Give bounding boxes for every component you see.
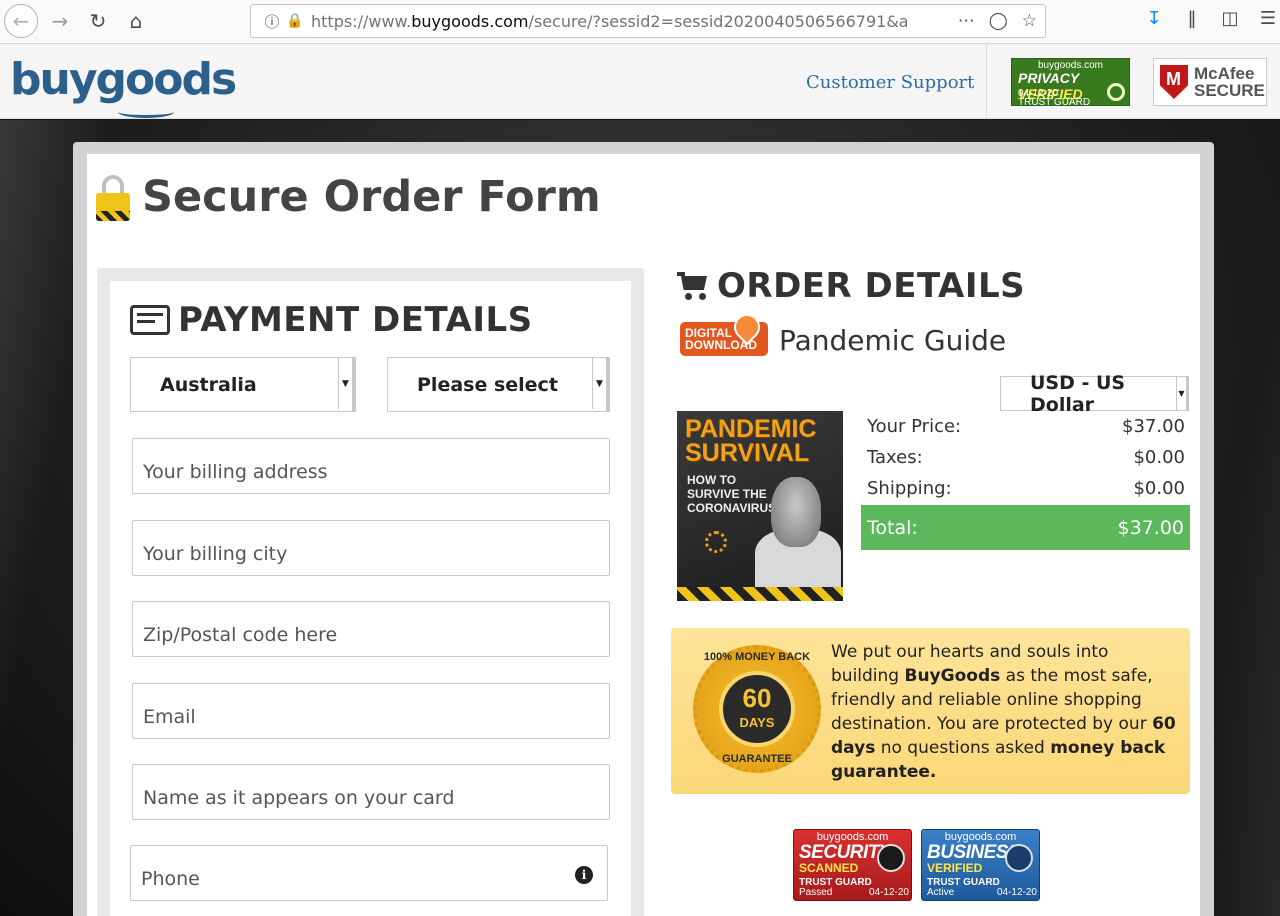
reload-icon[interactable]: ↻	[83, 6, 113, 36]
product-cover-image: PANDEMIC SURVIVAL HOW TO SURVIVE THE CORONA…	[677, 411, 843, 601]
download-icon[interactable]: ↧	[1142, 8, 1166, 29]
library-icon[interactable]: ‖	[1180, 8, 1204, 29]
price-row: Your Price: $37.00	[867, 416, 1185, 437]
total-row: Total: $37.00	[861, 505, 1190, 550]
gas-mask-graphic	[771, 477, 821, 547]
back-icon[interactable]: ←	[4, 4, 38, 38]
mcafee-secure-badge[interactable]: McAfeeSECURE	[1153, 58, 1267, 106]
padlock-icon[interactable]: 🔒	[285, 13, 305, 29]
cart-icon	[677, 272, 709, 300]
chevron-down-icon: ▼	[1176, 377, 1186, 410]
heartbeat-icon	[877, 844, 905, 872]
cardholder-name-field[interactable]	[132, 764, 610, 820]
home-icon[interactable]: ⌂	[121, 6, 151, 36]
currency-select[interactable]: USD - US Dollar ▼	[1000, 372, 1189, 416]
country-select[interactable]: Australia ▼	[130, 357, 356, 412]
billing-address-input[interactable]	[143, 439, 609, 493]
customer-support-link[interactable]: Customer Support	[806, 72, 974, 93]
padlock-icon	[96, 173, 130, 221]
bookmark-star-icon[interactable]: ☆	[1022, 11, 1037, 31]
phone-input[interactable]	[141, 846, 607, 900]
address-bar[interactable]: ⓘ 🔒 https://www.buygoods.com/secure/?ses…	[250, 4, 1046, 38]
globe-check-icon	[1005, 844, 1033, 872]
header-divider	[986, 44, 987, 119]
browser-toolbar: ← → ↻ ⌂ ⓘ 🔒 https://www.buygoods.com/sec…	[0, 0, 1280, 44]
mcafee-shield-icon	[1160, 65, 1188, 99]
money-back-seal: 100% MONEY BACK 60 DAYS GUARANTEE	[693, 645, 821, 773]
hazard-stripe	[677, 587, 843, 601]
state-select[interactable]: Please select ▼	[387, 357, 610, 412]
privacy-verified-badge[interactable]: buygoods.com PRIVACY VERIFIED 04-12-20 TR…	[1011, 58, 1130, 108]
shipping-row: Shipping: $0.00	[867, 478, 1185, 499]
sidebar-icon[interactable]: ◫	[1218, 8, 1242, 29]
phone-field[interactable]: i	[130, 845, 608, 901]
tax-row: Taxes: $0.00	[867, 447, 1185, 468]
card-in-hand-icon	[130, 305, 170, 335]
business-verified-badge[interactable]: buygoods.com BUSINESS VERIFIED TRUST GUA…	[921, 829, 1040, 901]
email-field[interactable]	[132, 683, 610, 739]
digital-download-badge: DIGITAL DOWNLOAD	[680, 308, 768, 358]
chevron-down-icon: ▼	[338, 358, 352, 409]
menu-icon[interactable]: ☰	[1256, 8, 1280, 29]
billing-city-field[interactable]	[132, 520, 610, 576]
buygoods-logo[interactable]: buygoods	[10, 54, 237, 105]
security-scanned-badge[interactable]: buygoods.com SECURITY SCANNED TRUST GUAR…	[793, 829, 912, 901]
site-info-icon[interactable]: ⓘ	[259, 11, 285, 32]
site-header: buygoods Customer Support buygoods.com P…	[0, 44, 1280, 119]
page-actions-icon[interactable]: ⋯	[958, 11, 975, 31]
zip-code-input[interactable]	[143, 602, 609, 656]
billing-address-field[interactable]	[132, 438, 610, 494]
payment-heading: PAYMENT DETAILS	[178, 300, 533, 340]
zip-code-field[interactable]	[132, 601, 610, 657]
page-title: Secure Order Form	[142, 172, 601, 222]
chevron-down-icon: ▼	[592, 358, 606, 409]
logo-smile-mark	[118, 106, 174, 118]
magnifier-icon	[1107, 83, 1125, 101]
info-icon[interactable]: i	[575, 866, 593, 884]
product-name: Pandemic Guide	[779, 324, 1007, 357]
virus-icon	[705, 531, 727, 553]
billing-city-input[interactable]	[143, 521, 609, 575]
email-input[interactable]	[143, 684, 609, 738]
payment-heading-row: PAYMENT DETAILS	[130, 300, 533, 340]
url-text[interactable]: https://www.buygoods.com/secure/?sessid2…	[311, 12, 907, 31]
order-heading: ORDER DETAILS	[717, 266, 1026, 306]
page-title-row: Secure Order Form	[96, 172, 601, 222]
cardholder-name-input[interactable]	[143, 765, 609, 819]
forward-icon[interactable]: →	[45, 6, 75, 36]
order-heading-row: ORDER DETAILS	[677, 266, 1025, 306]
pocket-icon[interactable]: ◯	[989, 11, 1008, 31]
guarantee-text: We put our hearts and souls into buildin…	[831, 642, 1176, 782]
